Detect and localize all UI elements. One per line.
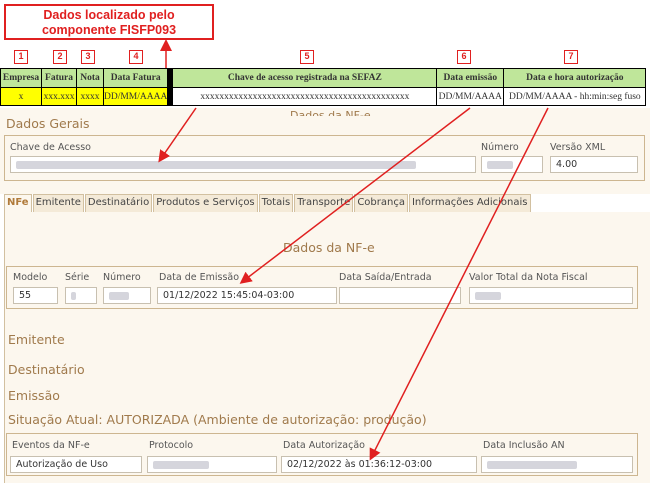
chave-label: Chave de Acesso: [10, 142, 91, 153]
tab-nfe[interactable]: NFe: [4, 194, 32, 212]
redacted-value: [109, 291, 129, 300]
numero-nfe-value: [103, 287, 151, 304]
tab-produtos-servicos[interactable]: Produtos e Serviços: [153, 194, 258, 212]
eventos-value: Autorização de Uso: [10, 456, 142, 473]
protocolo-value: [147, 456, 277, 473]
versao-label: Versão XML: [550, 142, 606, 153]
value-data-emissao: DD/MM/AAAA: [436, 87, 505, 106]
annotation-number-6: 6: [457, 50, 471, 64]
value-fatura: xxx.xxx: [41, 87, 77, 106]
tab-destinatario[interactable]: Destinatário: [84, 194, 153, 212]
section-emissao[interactable]: Emissão: [8, 388, 60, 403]
chave-value: [10, 156, 476, 173]
header-fatura: Fatura: [41, 68, 77, 88]
serie-value: [65, 287, 97, 304]
value-chave: xxxxxxxxxxxxxxxxxxxxxxxxxxxxxxxxxxxxxxxx…: [172, 87, 438, 106]
redacted-value: [475, 291, 501, 300]
header-nota: Nota: [76, 68, 104, 88]
emissao-value: 01/12/2022 15:45:04-03:00: [157, 287, 337, 304]
serie-label: Série: [65, 272, 90, 283]
eventos-label: Eventos da NF-e: [12, 440, 90, 451]
emissao-label: Data de Emissão: [159, 272, 240, 283]
modelo-label: Modelo: [13, 272, 48, 283]
tab-emitente[interactable]: Emitente: [32, 194, 84, 212]
header-data-emissao: Data emissão: [436, 68, 505, 88]
modelo-value: 55: [13, 287, 58, 304]
eventos-fieldset: Eventos da NF-e Autorização de Uso Proto…: [6, 433, 638, 476]
nfe-fields-fieldset: Modelo 55 Série Número Data de Emissão 0…: [6, 266, 638, 309]
annotation-number-3: 3: [81, 50, 95, 64]
callout-line-2: componente FISFP093: [41, 23, 177, 37]
data-autorizacao-value: 02/12/2022 às 01:36:12-03:00: [281, 456, 477, 473]
section-emitente[interactable]: Emitente: [8, 332, 65, 347]
value-nota: xxxx: [76, 87, 104, 106]
situacao-atual: Situação Atual: AUTORIZADA (Ambiente de …: [8, 412, 427, 427]
redacted-value: [487, 460, 577, 469]
annotation-number-1: 1: [14, 50, 28, 64]
section-destinatario[interactable]: Destinatário: [8, 362, 85, 377]
redacted-value: [153, 460, 209, 469]
redacted-value: [16, 160, 416, 169]
tab-cobranca[interactable]: Cobrança: [354, 194, 408, 212]
saida-label: Data Saída/Entrada: [339, 272, 432, 283]
section-dados-gerais: Dados Gerais: [6, 116, 90, 131]
header-empresa: Empresa: [0, 68, 42, 88]
redacted-value: [487, 160, 513, 169]
value-data-fatura: DD/MM/AAAA: [102, 87, 169, 106]
tab-informacoes-adicionais[interactable]: Informações Adicionais: [408, 194, 531, 212]
dados-gerais-fieldset: Chave de Acesso Número Versão XML 4.00: [4, 135, 645, 181]
annotation-number-5: 5: [300, 50, 314, 64]
page-title-partial: Dados da NF-e: [290, 109, 371, 116]
header-data-autorizacao: Data e hora autorização: [503, 68, 647, 88]
callout-line-1: Dados localizado pelo: [43, 8, 175, 22]
header-chave: Chave de acesso registrada na SEFAZ: [172, 68, 438, 88]
versao-value: 4.00: [550, 156, 638, 173]
field-mapping-table: Empresa Fatura Nota Data Fatura Chave de…: [0, 68, 647, 106]
value-empresa: x: [0, 87, 42, 106]
tab-totais[interactable]: Totais: [258, 194, 294, 212]
data-inclusao-label: Data Inclusão AN: [483, 440, 565, 451]
tab-transporte[interactable]: Transporte: [294, 194, 354, 212]
annotation-callout: Dados localizado pelo componente FISFP09…: [4, 4, 214, 40]
annotation-number-4: 4: [129, 50, 143, 64]
annotation-number-7: 7: [564, 50, 578, 64]
protocolo-label: Protocolo: [149, 440, 194, 451]
dados-nfe-title: Dados da NF-e: [283, 240, 375, 255]
redacted-value: [71, 291, 76, 300]
valor-label: Valor Total da Nota Fiscal: [469, 272, 588, 283]
numero-value: [481, 156, 543, 173]
data-inclusao-value: [481, 456, 633, 473]
annotation-number-2: 2: [53, 50, 67, 64]
nfe-tabs: NFe Emitente Destinatário Produtos e Ser…: [4, 194, 532, 212]
data-autorizacao-label: Data Autorização: [283, 440, 365, 451]
value-data-autorizacao: DD/MM/AAAA - hh:min:seg fuso: [503, 87, 647, 106]
saida-value: [339, 287, 461, 304]
numero-nfe-label: Número: [103, 272, 141, 283]
header-data-fatura: Data Fatura: [102, 68, 169, 88]
valor-value: [469, 287, 633, 304]
numero-label: Número: [481, 142, 519, 153]
